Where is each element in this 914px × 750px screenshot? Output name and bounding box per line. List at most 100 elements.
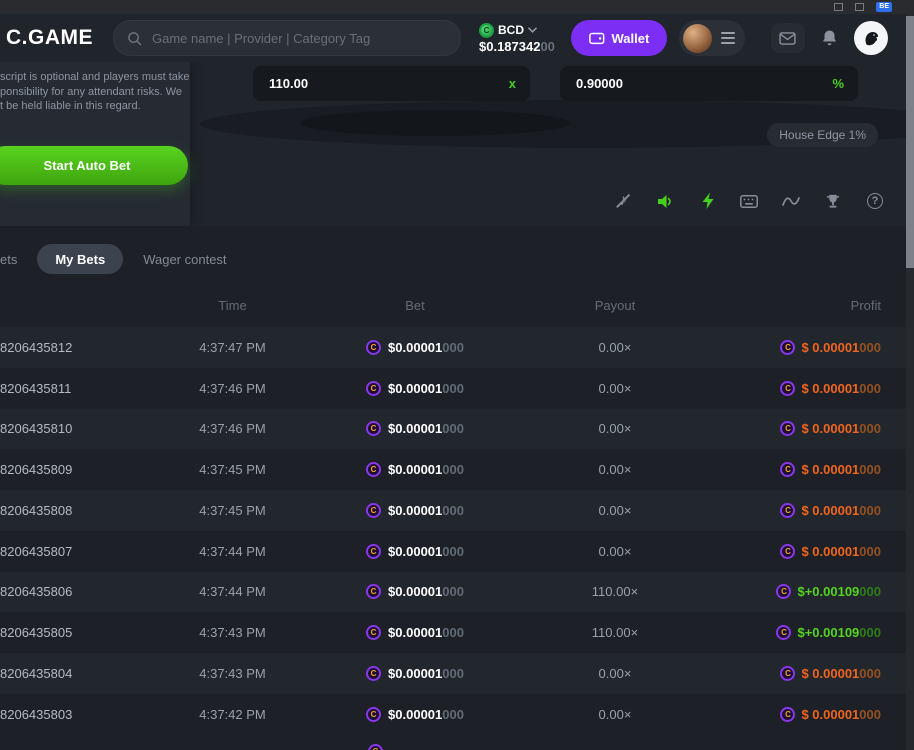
messages-button[interactable]: [771, 23, 805, 53]
bet-amount: $0.00001000: [315, 381, 515, 396]
bet-amount: $0.00001000: [315, 584, 515, 599]
bcd-coin-icon: [780, 462, 795, 477]
leaderboard-trophy-icon[interactable]: [824, 192, 842, 210]
bet-row[interactable]: 8206435811 4:37:46 PM $0.00001000 0.00× …: [0, 368, 914, 409]
tab-my-bets[interactable]: My Bets: [37, 244, 123, 274]
bet-time: 4:37:44 PM: [150, 584, 315, 599]
bcd-coin-icon: [366, 666, 381, 681]
bet-row[interactable]: 8206435809 4:37:45 PM $0.00001000 0.00× …: [0, 449, 914, 490]
bcd-coin-icon: [780, 340, 795, 355]
bets-section: ets My Bets Wager contest Time Bet Payou…: [0, 226, 914, 750]
bet-profit: $+0.00109000: [715, 584, 881, 599]
bcd-coin-icon: [366, 625, 381, 640]
bet-time: 4:37:47 PM: [150, 340, 315, 355]
multiplier-suffix: x: [509, 76, 516, 91]
bet-amount: $0.00001000: [315, 707, 515, 722]
bet-row[interactable]: 8206435808 4:37:45 PM $0.00001000 0.00× …: [0, 490, 914, 531]
currency-balance: $0.18734200: [479, 39, 555, 54]
bet-row[interactable]: 8206435804 4:37:43 PM $0.00001000 0.00× …: [0, 653, 914, 694]
envelope-icon: [779, 32, 796, 45]
bet-settings-row: x %: [253, 66, 858, 101]
bet-time: 4:37:46 PM: [150, 421, 315, 436]
browser-extension-badge[interactable]: BE: [876, 2, 892, 12]
bet-id: 8206435804: [0, 666, 150, 681]
header-time: Time: [150, 298, 315, 313]
user-avatar[interactable]: [683, 24, 712, 53]
mascot-avatar[interactable]: [854, 21, 888, 55]
bet-payout: 110.00×: [515, 584, 715, 599]
bet-row[interactable]: 8206435807 4:37:44 PM $0.00001000 0.00× …: [0, 531, 914, 572]
bet-row[interactable]: 8206435810 4:37:46 PM $0.00001000 0.00× …: [0, 409, 914, 450]
bcd-coin-icon: [366, 544, 381, 559]
bet-amount: $0.00001000: [315, 421, 515, 436]
profile-menu[interactable]: [679, 20, 745, 56]
site-logo[interactable]: C.GAME: [6, 26, 93, 50]
live-stats-icon[interactable]: [782, 192, 800, 210]
bcd-coin-icon: [366, 462, 381, 477]
win-chance-field[interactable]: %: [560, 66, 858, 101]
bet-profit: $+0.00109000: [715, 625, 881, 640]
bet-time: 4:37:46 PM: [150, 381, 315, 396]
bet-row[interactable]: 8206435806 4:37:44 PM $0.00001000 110.00…: [0, 572, 914, 613]
bet-id: 8206435807: [0, 544, 150, 559]
game-search-bar[interactable]: [113, 20, 461, 56]
auto-bet-panel: script is optional and players must take…: [0, 62, 190, 226]
bcd-coin-icon: [366, 503, 381, 518]
bet-payout: 0.00×: [515, 421, 715, 436]
bet-profit: $ 0.00001000: [715, 462, 881, 477]
bet-row[interactable]: 8206435805 4:37:43 PM $0.00001000 110.00…: [0, 612, 914, 653]
notifications-button[interactable]: [821, 29, 838, 47]
bet-row[interactable]: 8206435812 4:37:47 PM $0.00001000 0.00× …: [0, 327, 914, 368]
wallet-label: Wallet: [612, 31, 650, 46]
tab-all-bets[interactable]: ets: [0, 252, 17, 267]
bcd-coin-icon: [780, 707, 795, 722]
win-chance-input[interactable]: [574, 75, 824, 92]
auto-bet-disclaimer: script is optional and players must take…: [0, 70, 190, 114]
search-icon: [127, 31, 142, 46]
menu-icon: [721, 32, 735, 44]
bet-profit: $ 0.00001000: [715, 544, 881, 559]
bet-payout: 0.00×: [515, 381, 715, 396]
browser-window-icon[interactable]: [855, 3, 864, 11]
bet-payout: 0.00×: [515, 707, 715, 722]
bcd-coin-icon: [366, 381, 381, 396]
bet-profit: $ 0.00001000: [715, 340, 881, 355]
bet-payout: 0.00×: [515, 340, 715, 355]
payout-field[interactable]: x: [253, 66, 530, 101]
site-header: C.GAME BCD $0.18734200 Wallet: [0, 14, 914, 62]
bet-row[interactable]: 8206435803 4:37:42 PM $0.00001000 0.00× …: [0, 694, 914, 735]
bell-icon: [821, 29, 838, 47]
start-auto-bet-button[interactable]: Start Auto Bet: [0, 146, 188, 185]
bet-profit: $ 0.00001000: [715, 381, 881, 396]
bet-id: 8206435812: [0, 340, 150, 355]
currency-code: BCD: [498, 23, 524, 37]
house-edge-badge: House Edge 1%: [767, 123, 878, 147]
dice-game-area: x % House Edge 1% ♪: [0, 62, 914, 226]
scrollbar-thumb[interactable]: [906, 16, 914, 268]
search-input[interactable]: [150, 30, 447, 47]
jingle-sound-icon[interactable]: ♪: [614, 192, 632, 210]
speaker-icon[interactable]: [656, 192, 674, 210]
wallet-icon: [589, 31, 605, 45]
wallet-button[interactable]: Wallet: [571, 20, 667, 56]
bcd-coin-icon: [366, 584, 381, 599]
bcd-coin-icon: [776, 625, 791, 640]
currency-selector[interactable]: BCD $0.18734200: [479, 23, 555, 54]
header-payout: Payout: [515, 298, 715, 313]
hotkeys-keyboard-icon[interactable]: [740, 192, 758, 210]
header-profit: Profit: [715, 298, 881, 313]
bet-id: 8206435809: [0, 462, 150, 477]
help-icon[interactable]: [866, 192, 884, 210]
payout-input[interactable]: [267, 75, 501, 92]
game-toolbar: ♪: [614, 192, 884, 210]
bet-profit: $ 0.00001000: [715, 666, 881, 681]
bet-id: 8206435810: [0, 421, 150, 436]
page-scrollbar: [906, 14, 914, 750]
browser-window-icon[interactable]: [834, 3, 843, 11]
bcd-coin-icon: [780, 421, 795, 436]
bet-amount: $0.00001000: [315, 625, 515, 640]
bet-time: 4:37:45 PM: [150, 503, 315, 518]
fast-bet-bolt-icon[interactable]: [698, 192, 716, 210]
tab-wager-contest[interactable]: Wager contest: [143, 252, 226, 267]
bet-profit: $ 0.00001000: [715, 503, 881, 518]
